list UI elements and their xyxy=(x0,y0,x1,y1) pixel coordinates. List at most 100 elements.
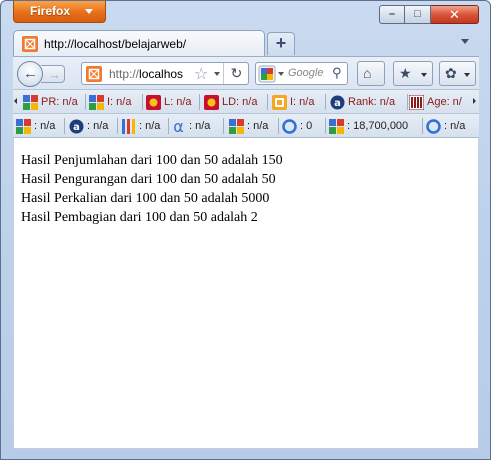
seo-google-results-value: : 18,700,000 xyxy=(347,120,409,132)
yahoo-links-icon xyxy=(146,95,161,110)
seo-google-index-item[interactable]: I: n/a xyxy=(89,93,131,111)
bookmarks-button[interactable]: ★ xyxy=(393,61,433,86)
bing-index-icon xyxy=(272,95,287,110)
result-line-addition: Hasil Penjumlahan dari 100 dan 50 adalah… xyxy=(21,153,283,168)
browser-window: Firefox – □ ✕ http://localhost/belajarwe… xyxy=(0,0,491,460)
chevron-down-icon xyxy=(464,73,470,77)
separator xyxy=(325,94,326,110)
google-pagerank-icon xyxy=(23,95,38,110)
back-forward-group: → ← xyxy=(17,61,67,87)
search-engine-dropdown-icon[interactable] xyxy=(278,72,284,76)
home-button[interactable]: ⌂ xyxy=(357,61,385,86)
minimize-button[interactable]: – xyxy=(379,5,405,24)
forward-button[interactable]: → xyxy=(41,65,65,83)
seo-bing-results-item[interactable]: : n/a xyxy=(426,117,465,135)
search-input[interactable]: Google xyxy=(288,67,323,79)
separator xyxy=(142,94,143,110)
localhost-page-icon xyxy=(22,36,38,55)
new-tab-button[interactable]: + xyxy=(267,32,295,55)
separator xyxy=(117,118,118,134)
seo-google-index-value: I: n/a xyxy=(107,96,132,108)
firefox-menu-label: Firefox xyxy=(30,4,71,18)
google-index-icon xyxy=(89,95,104,110)
minimize-icon: – xyxy=(388,8,396,20)
yahoo-linkdomain-icon xyxy=(204,95,219,110)
url-history-dropdown-icon[interactable] xyxy=(214,72,220,76)
forward-arrow-icon: → xyxy=(48,67,61,82)
svg-text:a: a xyxy=(73,122,80,133)
bookmarks-icon: ★ xyxy=(399,65,412,81)
seo-age-value: Age: n/ xyxy=(427,96,462,108)
seo-age-item[interactable]: Age: n/ xyxy=(409,93,462,111)
seo-alexa-item[interactable]: a : n/a xyxy=(69,117,108,135)
tab-title: http://localhost/belajarweb/ xyxy=(44,37,187,51)
scroll-right-icon[interactable] xyxy=(473,98,476,104)
google-icon xyxy=(229,119,244,134)
separator xyxy=(325,118,326,134)
google-search-engine-icon[interactable] xyxy=(258,65,276,86)
seo-delicious-item[interactable]: : n/a xyxy=(121,117,160,135)
seo-alpha-item[interactable]: α : n/a xyxy=(171,117,210,135)
alexa-rank-icon: a xyxy=(330,95,345,110)
result-line-division: Hasil Pembagian dari 100 dan 50 adalah 2 xyxy=(21,210,258,225)
google-results-icon xyxy=(329,119,344,134)
seo-alexa-rank-item[interactable]: a Rank: n/a xyxy=(330,93,395,111)
addon-button[interactable]: ✿ xyxy=(439,61,476,86)
svg-text:α: α xyxy=(173,119,184,134)
bookmark-star-icon[interactable]: ☆ xyxy=(194,64,208,84)
seo-delicious-value: : n/a xyxy=(139,120,161,132)
seo-links-item[interactable]: L: n/a xyxy=(146,93,192,111)
close-icon: ✕ xyxy=(449,7,460,22)
navigation-toolbar: → ← http://localhos ☆ ↻ Google ⚲ ⌂ ★ ✿ xyxy=(13,56,479,89)
firefox-menu-button[interactable]: Firefox xyxy=(13,1,106,23)
separator xyxy=(407,94,408,110)
separator xyxy=(168,118,169,134)
chevron-down-icon xyxy=(421,73,427,77)
bing-results-icon xyxy=(426,119,441,134)
delicious-icon xyxy=(122,119,135,134)
seo-google-results-item[interactable]: : 18,700,000 xyxy=(329,117,408,135)
seo-alexa-value: : n/a xyxy=(87,120,109,132)
seo-bing-index-item[interactable]: I: n/a xyxy=(272,93,314,111)
separator xyxy=(199,94,200,110)
site-identity-icon[interactable] xyxy=(86,66,102,85)
seo-google-cache-value: : n/a xyxy=(34,120,56,132)
seo-linkdomain-value: LD: n/a xyxy=(222,96,258,108)
plus-icon: + xyxy=(275,33,287,53)
seo-bing-index-value: I: n/a xyxy=(290,96,315,108)
seo-linkdomain-item[interactable]: LD: n/a xyxy=(204,93,257,111)
url-host: localhos xyxy=(139,67,184,81)
search-bar[interactable]: Google ⚲ xyxy=(255,62,348,85)
alexa-icon: a xyxy=(69,119,84,134)
back-arrow-icon: ← xyxy=(23,65,38,82)
chevron-down-icon xyxy=(85,9,93,14)
svg-text:a: a xyxy=(334,98,341,109)
separator xyxy=(223,118,224,134)
tab-localhost[interactable]: http://localhost/belajarweb/ xyxy=(13,30,265,56)
scroll-left-icon[interactable] xyxy=(14,98,17,104)
page-content: Hasil Penjumlahan dari 100 dan 50 adalah… xyxy=(13,137,479,449)
reload-button[interactable]: ↻ xyxy=(223,63,249,84)
url-text[interactable]: http://localhos xyxy=(109,67,193,81)
url-bar[interactable]: http://localhos ☆ ↻ xyxy=(81,62,249,85)
google-cache-icon xyxy=(16,119,31,134)
close-button[interactable]: ✕ xyxy=(431,5,479,24)
separator xyxy=(267,94,268,110)
addon-icon: ✿ xyxy=(445,65,457,81)
seo-bing-results-value: : n/a xyxy=(444,120,466,132)
seo-toolbar-2: : n/a a : n/a : n/a α : n/a : n/a : 0 : 18… xyxy=(13,113,479,137)
seo-google-item[interactable]: : n/a xyxy=(229,117,268,135)
seo-bing-item[interactable]: : 0 xyxy=(282,117,312,135)
bing-icon xyxy=(282,119,297,134)
maximize-button[interactable]: □ xyxy=(405,5,431,24)
home-icon: ⌂ xyxy=(363,65,372,81)
seo-alpha-value: : n/a xyxy=(189,120,211,132)
seo-pagerank-item[interactable]: PR: n/a xyxy=(23,93,78,111)
seo-google-cache-item[interactable]: : n/a xyxy=(16,117,55,135)
list-all-tabs-icon[interactable] xyxy=(461,39,469,44)
url-scheme: http:// xyxy=(109,67,140,81)
search-icon[interactable]: ⚲ xyxy=(332,65,342,81)
back-button[interactable]: ← xyxy=(17,61,43,87)
result-line-multiplication: Hasil Perkalian dari 100 dan 50 adalah 5… xyxy=(21,191,270,206)
seo-pagerank-value: PR: n/a xyxy=(41,96,78,108)
